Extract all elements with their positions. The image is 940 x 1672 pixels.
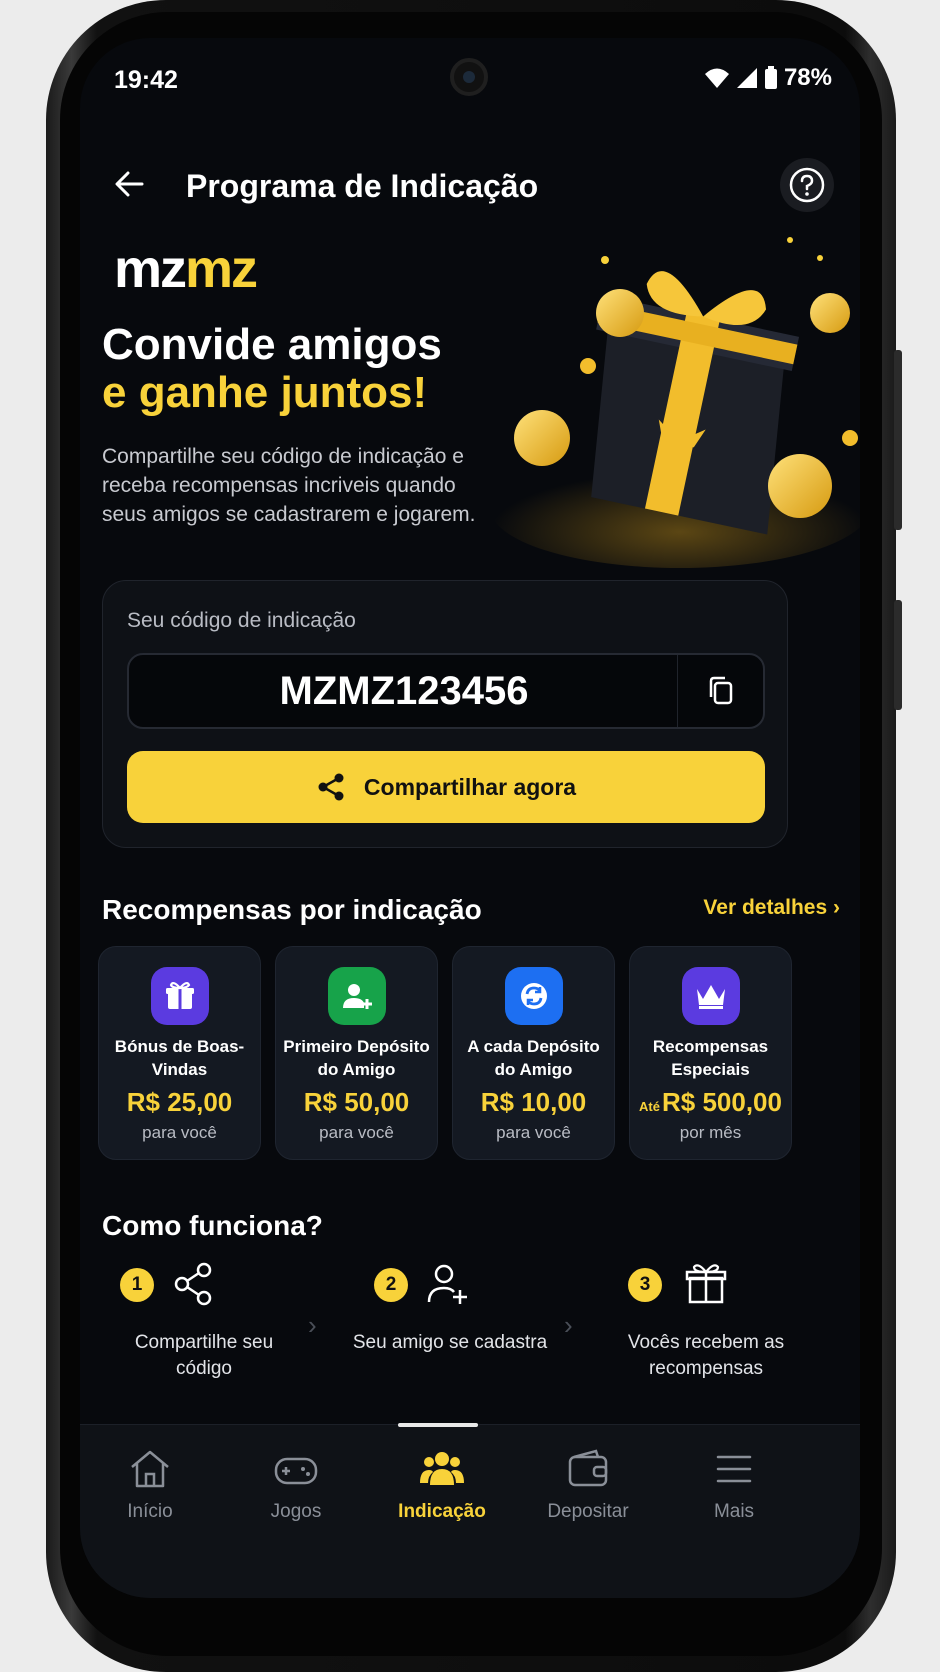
bottom-navigation: Início Jogos Indicação Depositar Mais	[80, 1423, 860, 1598]
top-app-bar: Programa de Indicação	[80, 148, 860, 228]
signal-icon	[736, 68, 757, 88]
share-button-label: Compartilhar agora	[363, 773, 577, 800]
wifi-icon	[704, 68, 729, 88]
nav-label: Jogos	[270, 1501, 322, 1522]
step-2: 2 Seu amigo se cadastra	[330, 1260, 550, 1400]
reward-name: A cada Depósito do Amigo	[467, 1037, 600, 1079]
home-icon	[131, 1450, 169, 1488]
status-bar: 19:42 78%	[80, 38, 860, 118]
step-label: Vocês recebem as recompensas	[627, 1332, 785, 1379]
users-icon	[420, 1452, 464, 1485]
refresh-icon	[504, 967, 563, 1025]
reward-subtext: por mês	[679, 1123, 742, 1142]
wallet-icon	[568, 1449, 608, 1487]
logo-part-2: mz	[185, 239, 258, 299]
rewards-section-title: Recompensas por indicação	[102, 894, 482, 925]
gesture-indicator	[398, 1423, 478, 1427]
reward-value: AtéR$ 500,00	[630, 1087, 791, 1118]
step-number: 1	[120, 1268, 154, 1302]
code-field[interactable]: MZMZ123456	[127, 653, 765, 729]
nav-label: Indicação	[398, 1501, 486, 1522]
copy-icon	[709, 676, 732, 705]
nav-item-deposit[interactable]: Depositar	[518, 1445, 658, 1523]
rewards-list: Bónus de Boas-Vindas R$ 25,00 para você …	[98, 946, 792, 1160]
gamepad-icon	[274, 1457, 318, 1485]
volume-button	[894, 350, 902, 530]
reward-subtext: para você	[319, 1123, 394, 1142]
hero-description: Compartilhe seu código de indicação e re…	[102, 445, 476, 526]
chevron-right-icon: ›	[564, 1310, 573, 1340]
reward-value-amount: R$ 10,00	[480, 1087, 587, 1117]
reward-subtext: para você	[142, 1123, 217, 1142]
battery-level: 78%	[783, 64, 832, 91]
share-icon	[318, 773, 344, 801]
nav-item-home[interactable]: Início	[80, 1445, 220, 1523]
hero-subtitle: e ganhe juntos!	[102, 368, 428, 417]
how-it-works-steps: 1 Compartilhe seu código › 2 Seu amigo s…	[80, 1260, 860, 1400]
copy-button[interactable]	[677, 655, 763, 727]
crown-icon	[681, 967, 740, 1025]
chevron-right-icon: ›	[833, 896, 840, 919]
how-it-works-title: Como funciona?	[102, 1210, 323, 1241]
code-label: Seu código de indicação	[127, 609, 356, 632]
reward-subtext: para você	[496, 1123, 571, 1142]
reward-value: R$ 50,00	[276, 1087, 437, 1118]
front-camera	[450, 58, 488, 96]
nav-label: Mais	[713, 1501, 755, 1522]
reward-value-amount: R$ 50,00	[303, 1087, 410, 1117]
nav-item-referral[interactable]: Indicação	[372, 1445, 512, 1523]
reward-card-first-deposit[interactable]: Primeiro Depósito do Amigo R$ 50,00 para…	[275, 946, 438, 1160]
reward-card-each-deposit[interactable]: A cada Depósito do Amigo R$ 10,00 para v…	[452, 946, 615, 1160]
menu-icon	[716, 1455, 752, 1483]
power-button	[894, 600, 902, 710]
reward-value-amount: R$ 25,00	[126, 1087, 233, 1117]
nav-item-games[interactable]: Jogos	[226, 1445, 366, 1523]
app-screen: 19:42 78% Programa de Indicação mzmz Con…	[80, 38, 860, 1598]
step-3: 3 Vocês recebem as recompensas	[586, 1260, 806, 1400]
step-label: Compartilhe seu código	[134, 1332, 274, 1379]
referral-code: MZMZ123456	[279, 669, 529, 713]
reward-name: Primeiro Depósito do Amigo	[283, 1037, 430, 1079]
reward-value: R$ 10,00	[453, 1087, 614, 1118]
page-title: Programa de Indicação	[186, 168, 539, 204]
user-plus-icon	[327, 967, 386, 1025]
status-time: 19:42	[114, 66, 178, 94]
logo-part-1: mz	[114, 239, 187, 299]
gift-icon	[150, 967, 209, 1025]
nav-label: Depositar	[547, 1501, 629, 1522]
battery-icon	[764, 66, 777, 89]
gift-box-illustration	[490, 237, 860, 568]
reward-value-prefix: Até	[639, 1099, 660, 1114]
share-now-button[interactable]: Compartilhar agora	[127, 751, 765, 823]
brand-logo: mzmz	[114, 238, 258, 300]
help-button[interactable]	[780, 158, 834, 212]
reward-name: Recompensas Especiais	[652, 1037, 769, 1079]
nav-label: Início	[127, 1501, 173, 1522]
step-label: Seu amigo se cadastra	[352, 1332, 548, 1353]
step-number: 2	[374, 1268, 408, 1302]
reward-name: Bónus de Boas-Vindas	[114, 1037, 245, 1079]
see-details-label: Ver detalhes	[703, 896, 828, 919]
nav-item-more[interactable]: Mais	[664, 1445, 804, 1523]
chevron-right-icon: ›	[308, 1310, 317, 1340]
see-details-link[interactable]: Ver detalhes ›	[703, 896, 840, 920]
reward-card-welcome-bonus[interactable]: Bónus de Boas-Vindas R$ 25,00 para você	[98, 946, 261, 1160]
gift-icon	[685, 1264, 727, 1304]
reward-value-amount: R$ 500,00	[661, 1087, 782, 1117]
share-icon	[174, 1262, 212, 1306]
step-number: 3	[628, 1268, 662, 1302]
reward-value: R$ 25,00	[99, 1087, 260, 1118]
step-1: 1 Compartilhe seu código	[80, 1260, 300, 1400]
reward-card-special[interactable]: Recompensas Especiais AtéR$ 500,00 por m…	[629, 946, 792, 1160]
status-icons: 78%	[704, 64, 832, 92]
referral-code-card: Seu código de indicação MZMZ123456 Compa…	[102, 580, 788, 848]
question-icon	[789, 167, 825, 203]
user-plus-icon	[427, 1264, 467, 1304]
hero-title: Convide amigos	[102, 320, 442, 369]
back-arrow-icon[interactable]	[108, 162, 152, 206]
